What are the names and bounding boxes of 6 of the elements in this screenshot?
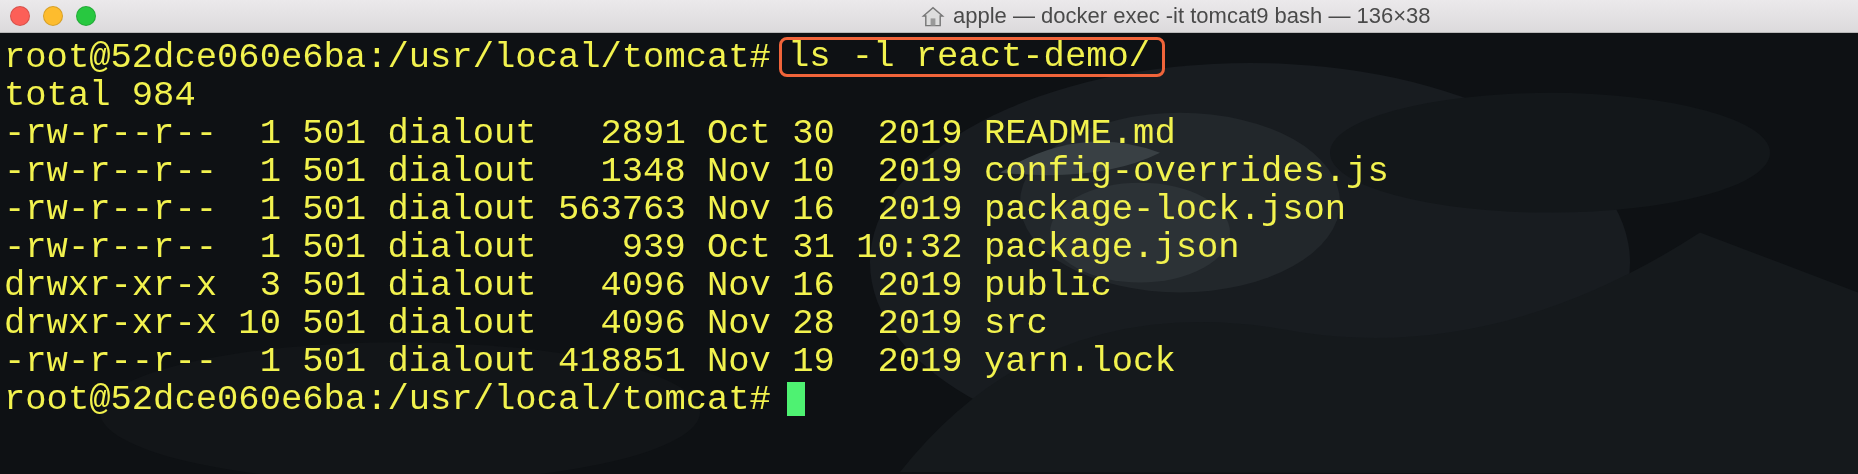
close-button[interactable] <box>10 6 30 26</box>
window-title: apple — docker exec -it tomcat9 bash — 136×38 <box>953 3 1431 29</box>
zoom-button[interactable] <box>76 6 96 26</box>
command-text: ls -l react-demo/ <box>778 37 1166 77</box>
house-icon <box>921 4 945 28</box>
minimize-button[interactable] <box>43 6 63 26</box>
